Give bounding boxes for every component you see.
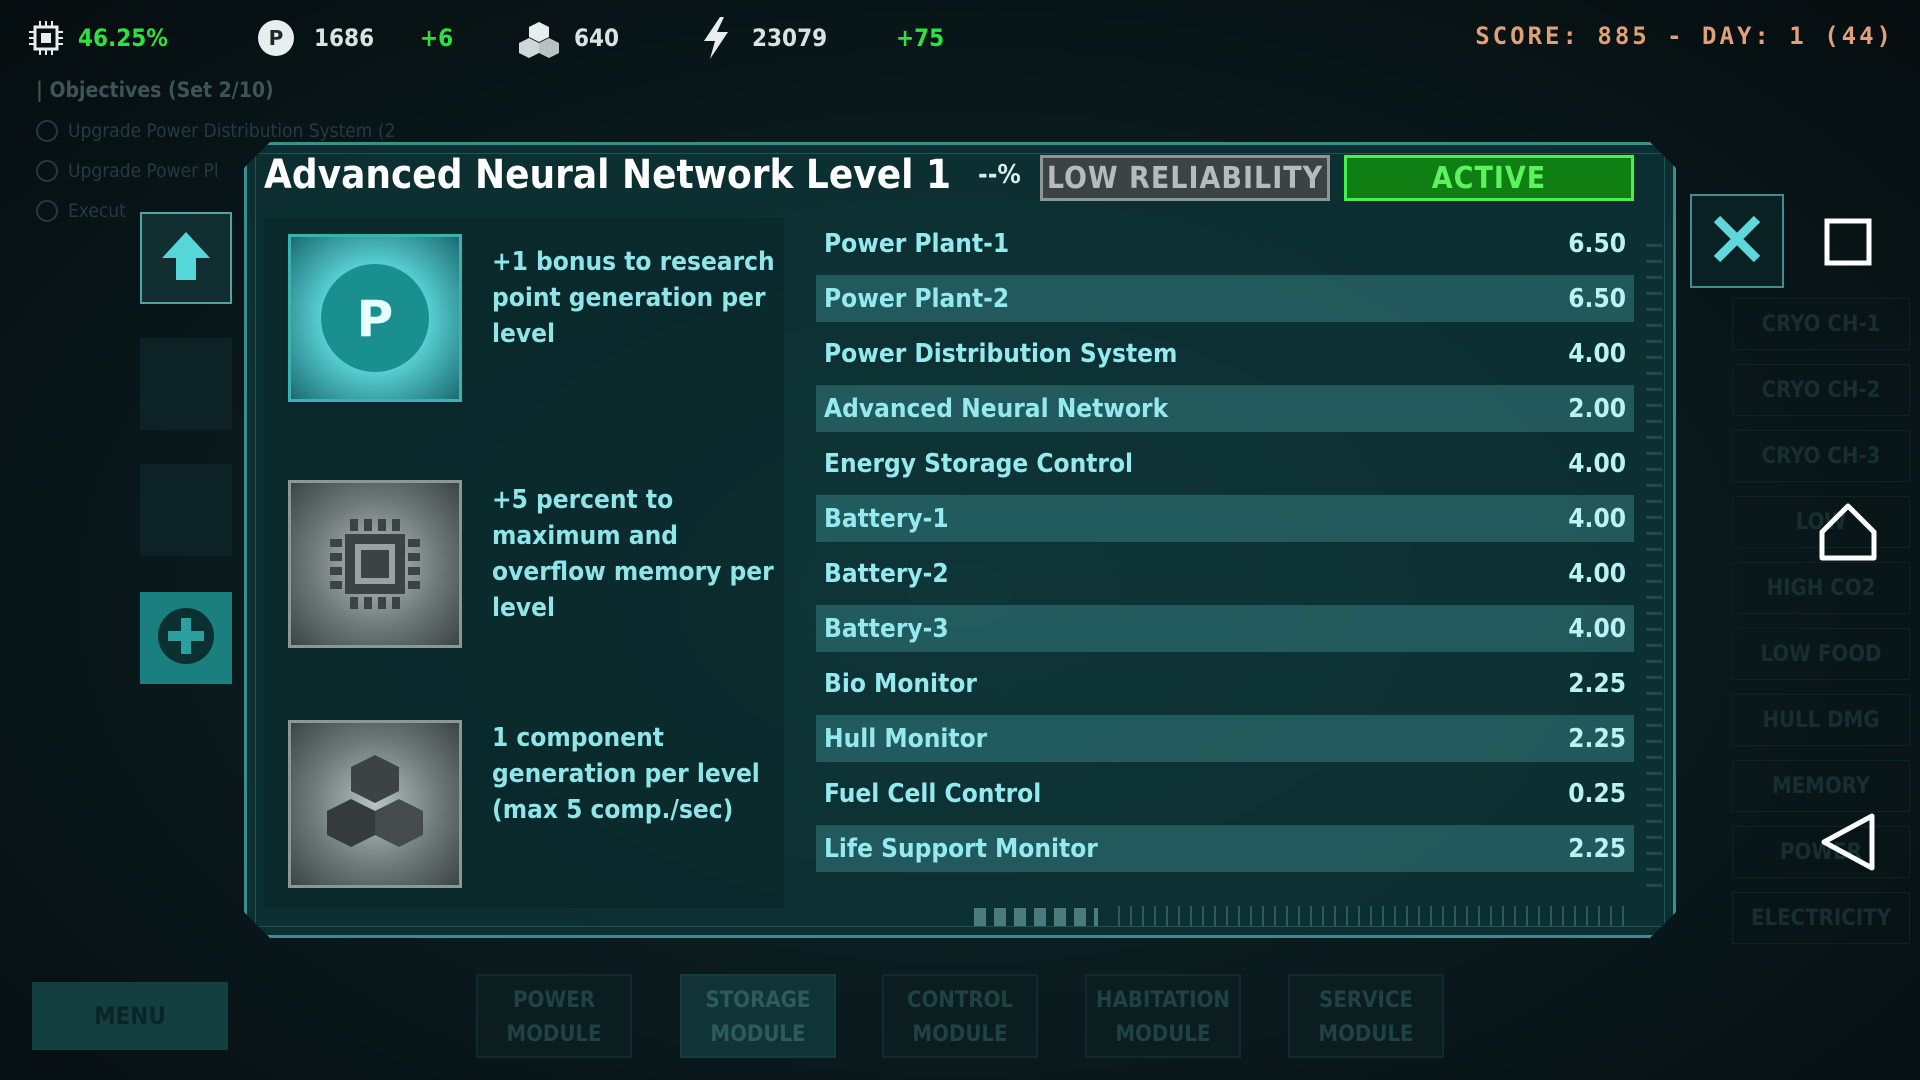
research-points: 1686 xyxy=(314,24,375,52)
habitation-module-button[interactable]: HABITATION MODULE xyxy=(1085,974,1241,1058)
close-dialog-button[interactable] xyxy=(1690,194,1784,288)
back-button[interactable] xyxy=(1821,813,1875,871)
table-row[interactable]: Battery-2 4.00 xyxy=(816,550,1634,597)
home-icon xyxy=(1818,502,1878,566)
table-row[interactable]: Life Support Monitor 2.25 xyxy=(816,825,1634,872)
menu-button[interactable]: MENU xyxy=(32,982,228,1050)
table-row[interactable]: Battery-1 4.00 xyxy=(816,495,1634,542)
table-row[interactable]: Hull Monitor 2.25 xyxy=(816,715,1634,762)
components-stat: 640 xyxy=(518,18,619,58)
table-row[interactable]: Bio Monitor 2.25 xyxy=(816,660,1634,707)
table-scrollbar[interactable] xyxy=(1646,244,1662,896)
components-icon xyxy=(518,18,560,58)
status-label: HULL DMG xyxy=(1732,694,1910,746)
objectives-title: | Objectives (Set 2/10) xyxy=(36,78,274,102)
perks-panel: P +1 bonus to research point generation … xyxy=(264,218,784,908)
checkbox-icon xyxy=(36,160,58,182)
plus-circle-icon xyxy=(154,604,218,672)
lightning-icon xyxy=(700,17,732,59)
status-label: CRYO CH-2 xyxy=(1732,364,1910,416)
cpu-stat: 46.25% xyxy=(26,18,168,58)
research-point-icon: P xyxy=(256,18,296,58)
score-day-label: SCORE: 885 - DAY: 1 (44) xyxy=(1475,22,1894,50)
power-consumption-table: Power Plant-1 6.50 Power Plant-2 6.50 Powe… xyxy=(816,220,1634,880)
active-status-button[interactable]: ACTIVE xyxy=(1344,155,1634,201)
square-icon xyxy=(1824,218,1872,270)
table-row[interactable]: Power Plant-2 6.50 xyxy=(816,275,1634,322)
perk-description: +1 bonus to research point generation pe… xyxy=(492,247,775,349)
empty-slot-button[interactable] xyxy=(140,464,232,556)
cpu-icon xyxy=(26,18,66,58)
energy-count: 23079 xyxy=(752,24,828,52)
reliability-badge: LOW RELIABILITY xyxy=(1040,155,1330,201)
cpu-percent: 46.25% xyxy=(78,24,168,52)
checkbox-icon xyxy=(36,120,58,142)
research-delta: +6 xyxy=(420,24,454,52)
research-point-icon: P xyxy=(288,234,462,402)
objective-item[interactable]: Upgrade Power Distribution System (2 xyxy=(36,120,395,142)
table-row[interactable]: Power Plant-1 6.50 xyxy=(816,220,1634,267)
decorative-ticks xyxy=(1118,906,1628,926)
status-label: MEMORY xyxy=(1732,760,1910,812)
svg-text:P: P xyxy=(269,26,284,50)
svg-text:P: P xyxy=(357,290,394,348)
add-button[interactable] xyxy=(140,592,232,684)
checkbox-icon xyxy=(36,200,58,222)
back-triangle-icon xyxy=(1820,812,1876,876)
status-label: HIGH CO2 xyxy=(1732,562,1910,614)
control-module-button[interactable]: CONTROL MODULE xyxy=(882,974,1038,1058)
status-label: CRYO CH-1 xyxy=(1732,298,1910,350)
components-count: 640 xyxy=(574,24,620,52)
power-module-button[interactable]: POWER MODULE xyxy=(476,974,632,1058)
perk-description: 1 component generation per level (max 5 … xyxy=(492,723,760,825)
energy-delta: +75 xyxy=(896,24,945,52)
top-hud: 46.25% P 1686 +6 640 23079 +75 SCORE: 88… xyxy=(0,0,1920,78)
table-row[interactable]: Energy Storage Control 4.00 xyxy=(816,440,1634,487)
energy-stat: 23079 xyxy=(700,17,828,59)
table-row[interactable]: Battery-3 4.00 xyxy=(816,605,1634,652)
component-icon xyxy=(288,720,462,888)
storage-module-button[interactable]: STORAGE MODULE xyxy=(680,974,836,1058)
close-icon xyxy=(1711,213,1763,269)
service-module-button[interactable]: SERVICE MODULE xyxy=(1288,974,1444,1058)
table-row[interactable]: Power Distribution System 4.00 xyxy=(816,330,1634,377)
status-label: CRYO CH-3 xyxy=(1732,430,1910,482)
decorative-marks xyxy=(974,908,1098,926)
dialog-title: Advanced Neural Network Level 1 xyxy=(264,152,952,198)
table-row[interactable]: Advanced Neural Network 2.00 xyxy=(816,385,1634,432)
empty-slot-button[interactable] xyxy=(140,338,232,430)
perk-description: +5 percent to maximum and overflow memor… xyxy=(492,485,774,623)
arrow-up-icon xyxy=(158,228,214,288)
chip-icon xyxy=(288,480,462,648)
status-label: LOW FOOD xyxy=(1732,628,1910,680)
table-row[interactable]: Fuel Cell Control 0.25 xyxy=(816,770,1634,817)
upgrade-button[interactable] xyxy=(140,212,232,304)
research-stat: P 1686 xyxy=(256,18,374,58)
recent-apps-button[interactable] xyxy=(1822,218,1874,270)
home-button[interactable] xyxy=(1819,503,1877,561)
reliability-percent: --% xyxy=(978,160,1021,190)
status-label: ELECTRICITY xyxy=(1732,892,1910,944)
